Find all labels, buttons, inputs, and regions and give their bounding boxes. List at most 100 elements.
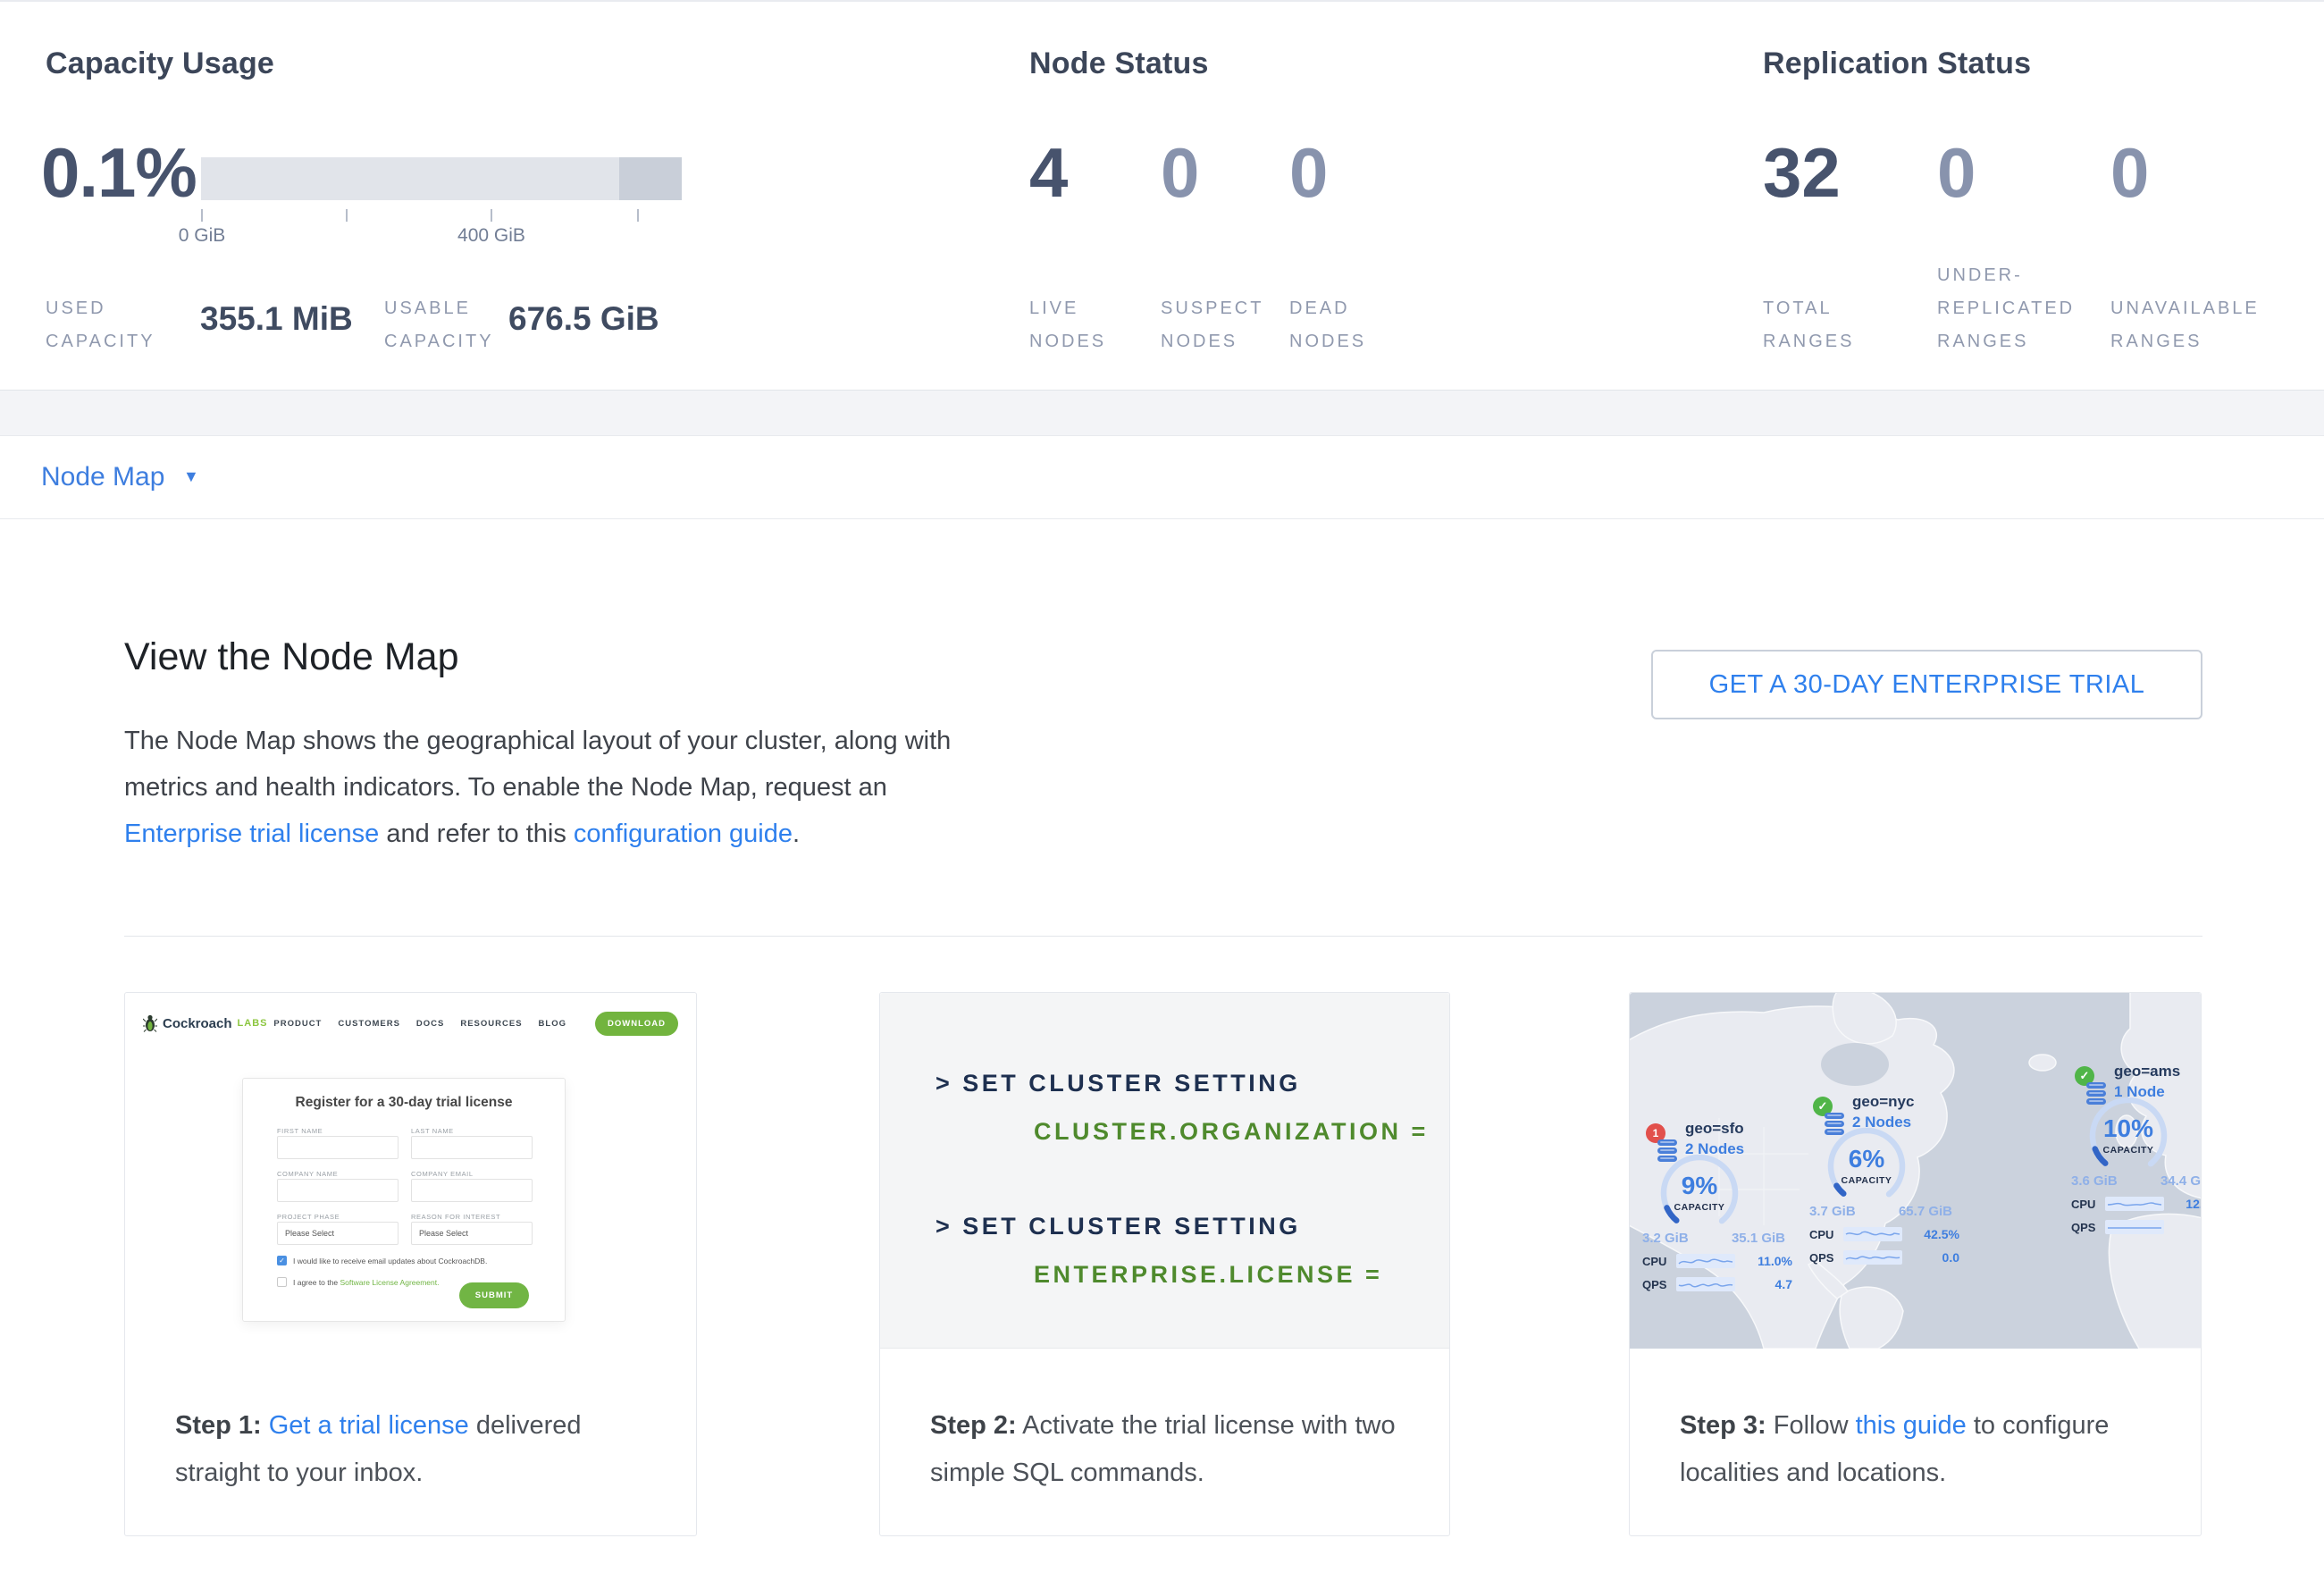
- form-title: Register for a 30-day trial license: [243, 1095, 565, 1111]
- section-divider: [124, 936, 2202, 937]
- sql-line: CLUSTER.ORGANIZATION =: [1034, 1118, 1429, 1146]
- sql-line: ENTERPRISE.LICENSE =: [1034, 1261, 1382, 1289]
- node-map-placeholder: View the Node Map The Node Map shows the…: [0, 519, 2324, 1589]
- submit-button[interactable]: SUBMIT: [459, 1282, 529, 1308]
- cpu-row: CPU 12.3%: [2071, 1197, 2201, 1211]
- mini-site-header: Cockroach LABS PRODUCT CUSTOMERS DOCS RE…: [143, 1005, 678, 1041]
- cluster-summary-panel: Capacity Usage 0.1% 0 GiB 400 GiB USED C…: [0, 0, 2324, 391]
- email-updates-checkbox-row: ✓ I would like to receive email updates …: [277, 1256, 487, 1265]
- usable-capacity-label: USABLE CAPACITY: [384, 262, 494, 358]
- capacity-bar-dark-segment: [619, 157, 682, 200]
- configuration-guide-link[interactable]: configuration guide: [574, 820, 793, 848]
- nav-docs[interactable]: DOCS: [416, 1019, 444, 1029]
- suspect-nodes-value: 0: [1161, 132, 1199, 214]
- axis-tick: [637, 209, 639, 222]
- download-button[interactable]: DOWNLOAD: [595, 1012, 678, 1036]
- node-status-section: Node Status 4 0 0 LIVE NODES SUSPECT NOD…: [1029, 2, 1494, 392]
- step3-caption: Step 3: Follow this guide to configure l…: [1680, 1402, 2167, 1497]
- first-name-field[interactable]: [277, 1136, 399, 1159]
- axis-tick-label-400: 400 GiB: [438, 225, 545, 247]
- qps-sparkline: [1843, 1250, 1902, 1265]
- used-capacity: 3.7 GiB: [1809, 1204, 1856, 1219]
- sql-code-block: > SET CLUSTER SETTING CLUSTER.ORGANIZATI…: [880, 993, 1449, 1349]
- capacity-usage-section: Capacity Usage 0.1% 0 GiB 400 GiB USED C…: [39, 2, 826, 392]
- axis-tick: [491, 209, 492, 222]
- project-phase-select[interactable]: Please Select: [277, 1222, 399, 1245]
- cockroach-labs-logo: Cockroach LABS: [143, 1014, 267, 1032]
- node-map-preview: 1 geo=sfo 2 Nodes 9% CAPACITY: [1630, 993, 2201, 1349]
- get-trial-license-link[interactable]: Get a trial license: [269, 1411, 469, 1440]
- usable-capacity-value: 676.5 GiB: [508, 300, 659, 338]
- registration-site-preview: Cockroach LABS PRODUCT CUSTOMERS DOCS RE…: [125, 993, 696, 1400]
- enterprise-trial-license-link[interactable]: Enterprise trial license: [124, 820, 379, 848]
- total-ranges-label: TOTAL RANGES: [1763, 262, 1854, 358]
- replication-status-title: Replication Status: [1763, 46, 2031, 81]
- cockroach-bug-icon: [143, 1014, 157, 1032]
- qps-row: QPS 0.0: [2071, 1220, 2201, 1234]
- qps-row: QPS 4.7: [1642, 1277, 1792, 1291]
- reason-for-interest-label: REASON FOR INTEREST: [411, 1213, 500, 1221]
- company-email-field[interactable]: [411, 1179, 533, 1202]
- company-name-field[interactable]: [277, 1179, 399, 1202]
- nav-resources[interactable]: RESOURCES: [460, 1019, 522, 1029]
- checkbox-empty-icon[interactable]: [277, 1277, 287, 1287]
- cpu-row: CPU 11.0%: [1642, 1254, 1792, 1268]
- total-capacity: 35.1 GiB: [1732, 1231, 1785, 1246]
- live-nodes-label: LIVE NODES: [1029, 262, 1106, 358]
- axis-tick: [346, 209, 348, 222]
- page-title: View the Node Map: [124, 635, 459, 679]
- nav-blog[interactable]: BLOG: [539, 1019, 566, 1029]
- qps-sparkline: [1676, 1277, 1735, 1291]
- capacity-usage-title: Capacity Usage: [46, 46, 274, 81]
- replication-status-section: Replication Status 32 0 0 TOTAL RANGES U…: [1763, 2, 2317, 392]
- node-map-dropdown[interactable]: Node Map: [41, 436, 164, 518]
- step3-card: 1 geo=sfo 2 Nodes 9% CAPACITY: [1629, 992, 2202, 1536]
- dead-nodes-label: DEAD NODES: [1289, 262, 1366, 358]
- capacity-percent-value: 0.1%: [41, 132, 197, 214]
- view-selector-bar: Node Map ▼: [0, 435, 2324, 519]
- step1-card: Cockroach LABS PRODUCT CUSTOMERS DOCS RE…: [124, 992, 697, 1536]
- suspect-nodes-label: SUSPECT NODES: [1161, 262, 1263, 358]
- axis-tick-label-0: 0 GiB: [148, 225, 256, 247]
- live-nodes-value: 4: [1029, 132, 1068, 214]
- sql-line: > SET CLUSTER SETTING: [935, 1070, 1301, 1097]
- total-ranges-value: 32: [1763, 132, 1841, 214]
- used-capacity: 3.6 GiB: [2071, 1173, 2118, 1189]
- checkbox-checked-icon[interactable]: ✓: [277, 1256, 287, 1265]
- axis-tick: [201, 209, 203, 222]
- cpu-sparkline: [1843, 1227, 1902, 1241]
- this-guide-link[interactable]: this guide: [1856, 1411, 1967, 1440]
- company-name-label: COMPANY NAME: [277, 1170, 338, 1178]
- first-name-label: FIRST NAME: [277, 1127, 323, 1135]
- get-enterprise-trial-button[interactable]: GET A 30-DAY ENTERPRISE TRIAL: [1651, 650, 2202, 719]
- cpu-sparkline: [2105, 1197, 2164, 1211]
- cpu-sparkline: [1676, 1254, 1735, 1268]
- under-replicated-ranges-label: UNDER- REPLICATED RANGES: [1937, 262, 2075, 358]
- company-email-label: COMPANY EMAIL: [411, 1170, 474, 1178]
- capacity-usage-bar: 0 GiB 400 GiB: [201, 157, 682, 200]
- under-replicated-ranges-value: 0: [1937, 132, 1976, 214]
- reason-for-interest-select[interactable]: Please Select: [411, 1222, 533, 1245]
- capacity-gauge: 6% CAPACITY: [1822, 1122, 1911, 1211]
- mini-site-nav: PRODUCT CUSTOMERS DOCS RESOURCES BLOG DO…: [273, 1012, 678, 1036]
- dead-nodes-value: 0: [1289, 132, 1328, 214]
- used-capacity-label: USED CAPACITY: [46, 262, 155, 358]
- step2-caption: Step 2: Activate the trial license with …: [930, 1402, 1417, 1497]
- chevron-down-icon[interactable]: ▼: [183, 436, 199, 517]
- qps-row: QPS 0.0: [1809, 1250, 1959, 1265]
- trial-license-form: Register for a 30-day trial license FIRS…: [242, 1078, 566, 1322]
- nav-customers[interactable]: CUSTOMERS: [338, 1019, 400, 1029]
- last-name-field[interactable]: [411, 1136, 533, 1159]
- used-capacity-value: 355.1 MiB: [200, 300, 353, 338]
- unavailable-ranges-value: 0: [2110, 132, 2149, 214]
- capacity-gauge: 10% CAPACITY: [2084, 1091, 2173, 1181]
- project-phase-label: PROJECT PHASE: [277, 1213, 340, 1221]
- nav-product[interactable]: PRODUCT: [273, 1019, 322, 1029]
- software-license-agreement-link[interactable]: Software License Agreement.: [340, 1278, 439, 1287]
- step1-caption: Step 1: Get a trial license delivered st…: [175, 1402, 662, 1497]
- sql-line: > SET CLUSTER SETTING: [935, 1213, 1301, 1240]
- step2-card: > SET CLUSTER SETTING CLUSTER.ORGANIZATI…: [879, 992, 1450, 1536]
- total-capacity: 65.7 GiB: [1899, 1204, 1952, 1219]
- node-map-description: The Node Map shows the geographical layo…: [124, 718, 982, 857]
- node-status-title: Node Status: [1029, 46, 1209, 81]
